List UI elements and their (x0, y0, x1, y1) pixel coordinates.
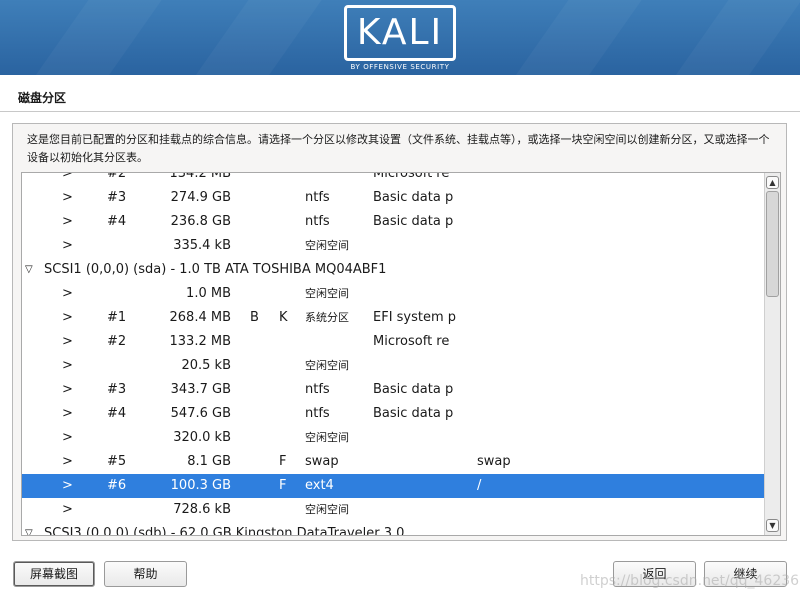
partition-size: 20.5 kB (181, 358, 231, 373)
row-arrow: > (62, 310, 73, 325)
content-frame: 这是您目前已配置的分区和挂载点的综合信息。请选择一个分区以修改其设置（文件系统、… (12, 123, 787, 541)
filesystem: swap (305, 454, 339, 469)
partition-rows: > #2 134.2 MB Microsoft re > #3 274.9 GB ntfs Ba… (22, 172, 764, 536)
row-arrow: > (62, 286, 73, 301)
header-banner: KALI BY OFFENSIVE SECURITY (0, 0, 800, 75)
partition-name: Basic data p (373, 214, 454, 229)
partition-size: 8.1 GB (187, 454, 231, 469)
filesystem: 空闲空间 (305, 359, 349, 372)
mount-point: / (477, 478, 482, 493)
partition-list[interactable]: > #2 134.2 MB Microsoft re > #3 274.9 GB ntfs Ba… (21, 172, 781, 536)
kali-logo: KALI (344, 5, 456, 61)
row-arrow: > (62, 454, 73, 469)
partition-name: Microsoft re (373, 334, 450, 349)
row-arrow: > (62, 238, 73, 253)
partition-row[interactable]: >335.4 kB 空闲空间 (22, 234, 764, 258)
filesystem: ntfs (305, 190, 330, 205)
partition-size: 1.0 MB (186, 286, 231, 301)
row-arrow: > (62, 214, 73, 229)
partition-name: Microsoft re (373, 172, 450, 181)
partition-row[interactable]: >1.0 MB 空闲空间 (22, 282, 764, 306)
partition-name: Basic data p (373, 406, 454, 421)
row-arrow: > (62, 172, 73, 181)
partition-row[interactable]: >728.6 kB 空闲空间 (22, 498, 764, 522)
disk-row[interactable]: ▽ SCSI3 (0,0,0) (sdb) - 62.0 GB Kingston … (22, 522, 764, 536)
partition-row-selected[interactable]: > #6 100.3 GB Fext4/ (22, 474, 764, 498)
filesystem: 系统分区 (305, 311, 349, 324)
disk-row[interactable]: ▽ SCSI1 (0,0,0) (sda) - 1.0 TB ATA TOSHIB… (22, 258, 764, 282)
format-flag: K (279, 310, 288, 325)
partition-row[interactable]: > #2 134.2 MB Microsoft re (22, 172, 764, 186)
partition-row[interactable]: > #1 268.4 MB B K 系统分区 EFI system p (22, 306, 764, 330)
expand-toggle-icon[interactable]: ▽ (25, 522, 33, 535)
mount-point: swap (477, 454, 511, 469)
row-arrow: > (62, 406, 73, 421)
filesystem: 空闲空间 (305, 503, 349, 516)
filesystem: ntfs (305, 382, 330, 397)
partition-size: 335.4 kB (173, 238, 231, 253)
row-arrow: > (62, 382, 73, 397)
partition-row[interactable]: > #2 133.2 MB Microsoft re (22, 330, 764, 354)
scrollbar[interactable]: ▲ ▼ (764, 173, 780, 535)
partition-row[interactable]: > #3 343.7 GB ntfs Basic data p (22, 378, 764, 402)
format-flag: F (279, 478, 287, 493)
partition-size: 100.3 GB (170, 478, 231, 493)
filesystem: 空闲空间 (305, 287, 349, 300)
expand-toggle-icon[interactable]: ▽ (25, 258, 33, 282)
partition-size: 133.2 MB (169, 334, 231, 349)
logo-text: KALI (356, 12, 444, 53)
boot-flag: B (250, 310, 259, 325)
filesystem: ext4 (305, 478, 334, 493)
partition-row[interactable]: > #4 236.8 GB ntfs Basic data p (22, 210, 764, 234)
watermark: https://blog.csdn.net/qq_46236 (580, 573, 800, 589)
partition-size: 274.9 GB (170, 190, 231, 205)
description-text: 这是您目前已配置的分区和挂载点的综合信息。请选择一个分区以修改其设置（文件系统、… (27, 133, 770, 164)
scroll-down-icon[interactable]: ▼ (766, 519, 779, 532)
partition-row[interactable]: >320.0 kB 空闲空间 (22, 426, 764, 450)
disk-label: SCSI3 (0,0,0) (sdb) - 62.0 GB Kingston D… (44, 526, 405, 536)
partition-size: 728.6 kB (173, 502, 231, 517)
scrollbar-thumb[interactable] (766, 191, 779, 297)
page-title: 磁盘分区 (18, 91, 67, 105)
partition-size: 343.7 GB (170, 382, 231, 397)
partition-row[interactable]: >20.5 kB 空闲空间 (22, 354, 764, 378)
filesystem: ntfs (305, 406, 330, 421)
logo-subtitle: BY OFFENSIVE SECURITY (350, 63, 450, 71)
partition-row[interactable]: > #3 274.9 GB ntfs Basic data p (22, 186, 764, 210)
row-arrow: > (62, 478, 73, 493)
partition-name: EFI system p (373, 310, 457, 325)
partition-name: Basic data p (373, 382, 454, 397)
row-arrow: > (62, 502, 73, 517)
filesystem: 空闲空间 (305, 239, 349, 252)
screenshot-button[interactable]: 屏幕截图 (13, 561, 95, 587)
partition-size: 268.4 MB (169, 310, 231, 325)
partition-row[interactable]: > #4 547.6 GB ntfs Basic data p (22, 402, 764, 426)
filesystem: 空闲空间 (305, 431, 349, 444)
divider (0, 111, 800, 112)
partition-row[interactable]: > #5 8.1 GB Fswap swap (22, 450, 764, 474)
partition-size: 547.6 GB (170, 406, 231, 421)
help-button[interactable]: 帮助 (104, 561, 187, 587)
format-flag: F (279, 454, 287, 469)
partition-size: 236.8 GB (170, 214, 231, 229)
row-arrow: > (62, 334, 73, 349)
row-arrow: > (62, 358, 73, 373)
partition-size: 134.2 MB (169, 172, 231, 181)
filesystem: ntfs (305, 214, 330, 229)
partition-name: Basic data p (373, 190, 454, 205)
row-arrow: > (62, 430, 73, 445)
partition-size: 320.0 kB (173, 430, 231, 445)
scroll-up-icon[interactable]: ▲ (766, 176, 779, 189)
row-arrow: > (62, 190, 73, 205)
disk-label: SCSI1 (0,0,0) (sda) - 1.0 TB ATA TOSHIBA… (44, 262, 387, 277)
